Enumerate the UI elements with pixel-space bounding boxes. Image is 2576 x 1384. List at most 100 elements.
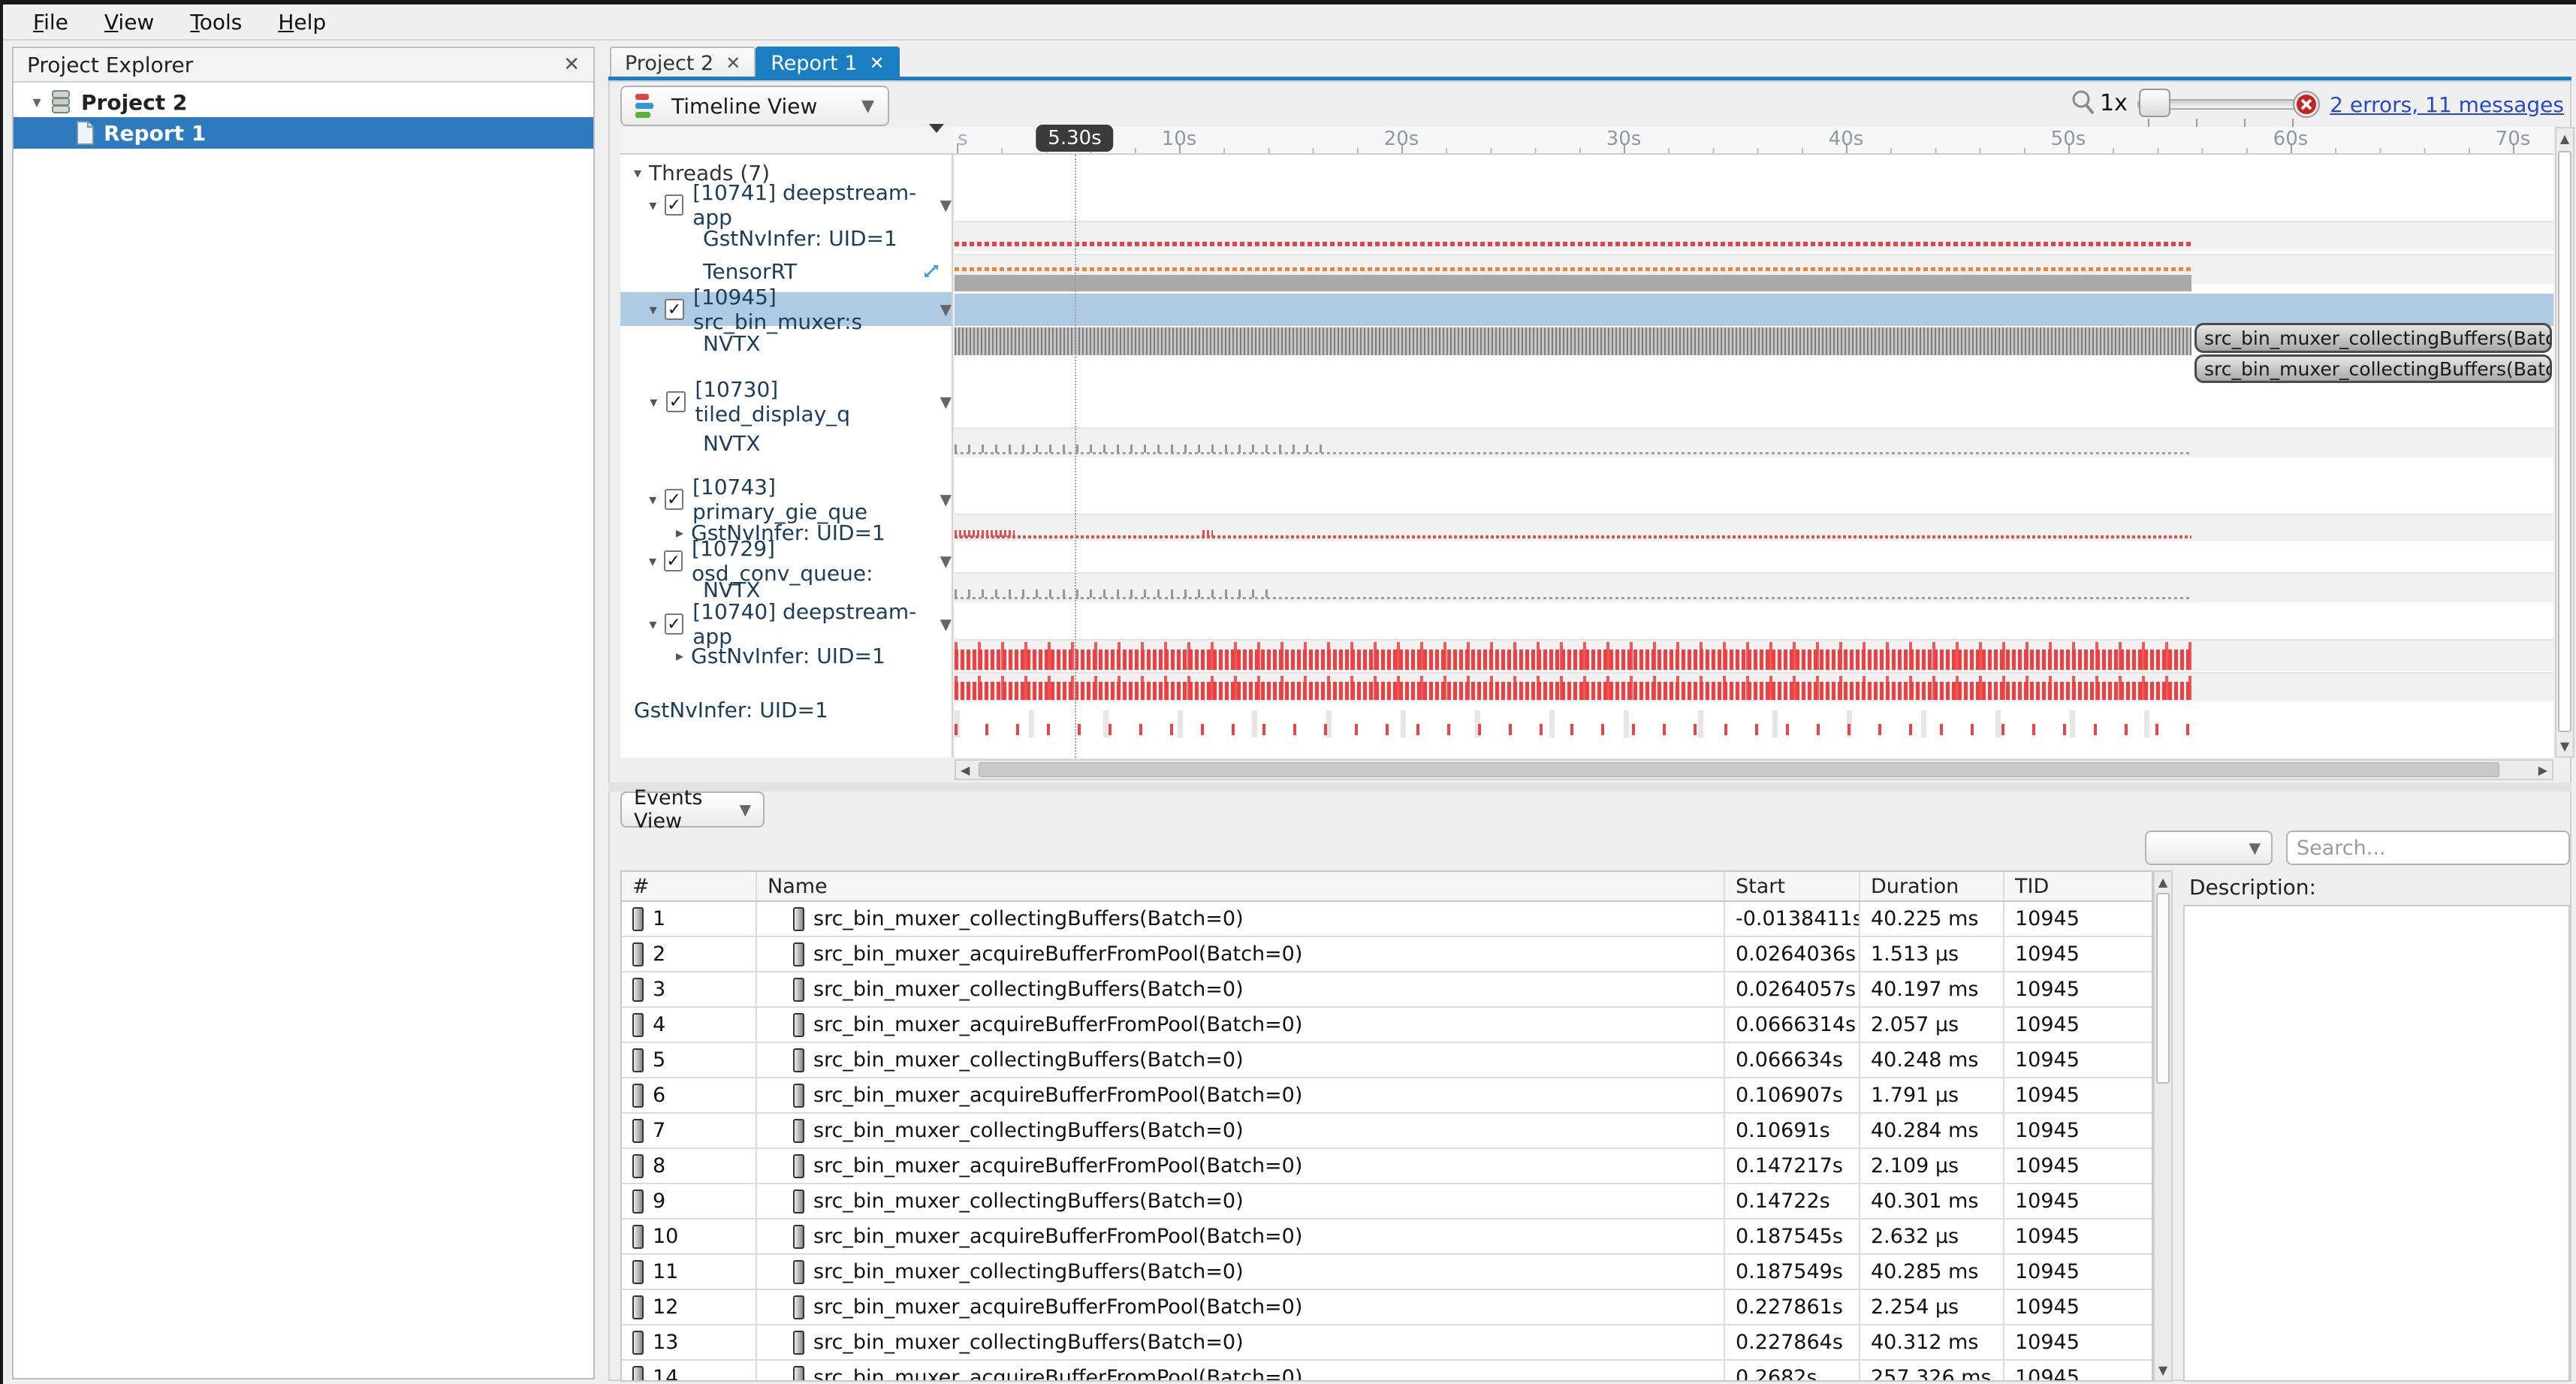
track-band-red-ticks[interactable] [955, 710, 2553, 737]
thread-row-10945[interactable]: ▾ ✓ [10945] src_bin_muxer:s ▼ [620, 285, 952, 334]
chevron-down-icon[interactable]: ▼ [940, 300, 952, 318]
table-row[interactable]: 9 src_bin_muxer_collectingBuffers(Batch=0… [622, 1184, 2152, 1220]
cell-number: 3 [622, 972, 757, 1006]
chevron-down-icon[interactable]: ▼ [940, 552, 952, 570]
track-row-gstnvinfer[interactable]: GstNvInfer: UID=1 [620, 224, 952, 252]
chevron-down-icon[interactable]: ▼ [940, 615, 952, 633]
menu-help[interactable]: Help [260, 10, 344, 35]
scroll-down-icon[interactable]: ▼ [2556, 739, 2573, 753]
table-row[interactable]: 8 src_bin_muxer_acquireBufferFromPool(Bat… [622, 1149, 2152, 1184]
column-header-start[interactable]: Start [1725, 872, 1860, 900]
scroll-up-icon[interactable]: ▲ [2155, 875, 2171, 889]
scroll-right-icon[interactable]: ▶ [2538, 761, 2547, 779]
table-row[interactable]: 3 src_bin_muxer_collectingBuffers(Batch=0… [622, 972, 2152, 1008]
track-row-nvtx[interactable]: NVTX [620, 329, 952, 357]
track-band-red-hist-1[interactable] [955, 639, 2553, 671]
track-row-gstnvinfer[interactable]: GstNvInfer: UID=1 [620, 695, 952, 724]
nvtx-range-pill[interactable]: src_bin_muxer_collectingBuffers(Batch=0)… [2194, 323, 2552, 353]
scrollbar-thumb[interactable] [979, 762, 2499, 777]
close-icon[interactable]: ✕ [563, 53, 580, 76]
chevron-down-icon[interactable]: ▼ [940, 490, 952, 508]
chevron-down-icon[interactable]: ▼ [940, 393, 952, 411]
table-row[interactable]: 1 src_bin_muxer_collectingBuffers(Batch=0… [622, 902, 2152, 937]
errors-messages-link[interactable]: 2 errors, 11 messages [2330, 92, 2564, 117]
filter-field-dropdown[interactable]: ▼ [2145, 831, 2273, 865]
chevron-down-icon[interactable]: ▾ [24, 93, 50, 112]
thread-row-10729[interactable]: ▾ ✓ [10729] osd_conv_queue: ▼ [620, 536, 952, 586]
thread-row-10740[interactable]: ▾ ✓ [10740] deepstream-app ▼ [620, 599, 952, 649]
table-row[interactable]: 13 src_bin_muxer_collectingBuffers(Batch=… [622, 1325, 2152, 1361]
tab-report-1[interactable]: Report 1 ✕ [756, 47, 900, 78]
thread-row-10730[interactable]: ▾ ✓ [10730] tiled_display_q ▼ [620, 377, 952, 427]
chevron-right-icon[interactable]: ▸ [668, 647, 691, 665]
timeline-vertical-scrollbar[interactable]: ▲ ▼ [2555, 127, 2574, 758]
thread-checkbox[interactable]: ✓ [664, 614, 684, 635]
table-row[interactable]: 5 src_bin_muxer_collectingBuffers(Batch=0… [622, 1043, 2152, 1078]
menu-view[interactable]: View [86, 10, 172, 35]
chevron-down-icon[interactable]: ▾ [643, 393, 665, 411]
search-input[interactable] [2288, 836, 2562, 860]
horizontal-splitter[interactable] [608, 782, 2571, 792]
chevron-down-icon[interactable]: ▾ [626, 164, 649, 182]
chevron-down-icon[interactable]: ▾ [643, 300, 663, 318]
chevron-down-icon[interactable]: ▾ [643, 552, 662, 570]
close-icon[interactable]: ✕ [725, 53, 741, 74]
thread-checkbox[interactable]: ✓ [665, 299, 684, 320]
expand-diagonal-icon[interactable] [920, 260, 943, 282]
table-row[interactable]: 6 src_bin_muxer_acquireBufferFromPool(Bat… [622, 1078, 2152, 1114]
column-header-tid[interactable]: TID [2004, 872, 2149, 900]
table-row[interactable]: 2 src_bin_muxer_acquireBufferFromPool(Bat… [622, 937, 2152, 972]
column-header-name[interactable]: Name [757, 872, 1725, 900]
column-header-number[interactable]: # [622, 872, 757, 900]
chevron-down-icon[interactable]: ▾ [643, 490, 663, 508]
scrollbar-thumb[interactable] [2156, 893, 2170, 1084]
table-row[interactable]: 7 src_bin_muxer_collectingBuffers(Batch=0… [622, 1114, 2152, 1149]
scroll-up-icon[interactable]: ▲ [2556, 131, 2573, 146]
scroll-left-icon[interactable]: ◀ [961, 761, 970, 779]
column-header-duration[interactable]: Duration [1860, 872, 2004, 900]
thread-checkbox[interactable]: ✓ [664, 194, 684, 216]
track-band-nvtx-tiled[interactable] [955, 427, 2553, 457]
chevron-right-icon[interactable]: ▸ [668, 523, 691, 541]
nvtx-range-pill[interactable]: src_bin_muxer_collectingBuffers(Batch=0)… [2194, 354, 2552, 383]
timeline-ruler[interactable]: s 10s 20s 30s 40s 50s 60s 70s [953, 127, 2553, 155]
thread-row-10743[interactable]: ▾ ✓ [10743] primary_gie_que ▼ [620, 475, 952, 524]
track-band-nvtx-osd[interactable] [955, 572, 2553, 602]
track-row-tensorrt[interactable]: TensorRT [620, 257, 952, 285]
timeline-canvas[interactable]: src_bin_muxer_collectingBuffers(Batch=0)… [955, 155, 2553, 758]
track-row-gstnvinfer[interactable]: ▸ GstNvInfer: UID=1 [620, 641, 952, 670]
cell-start: -0.0138411s [1725, 902, 1860, 936]
timeline-horizontal-scrollbar[interactable]: ◀ ▶ [955, 759, 2553, 780]
table-row[interactable]: 11 src_bin_muxer_collectingBuffers(Batch=… [622, 1255, 2152, 1290]
table-row[interactable]: 4 src_bin_muxer_acquireBufferFromPool(Bat… [622, 1008, 2152, 1043]
events-view-dropdown[interactable]: Events View ▼ [620, 786, 765, 833]
view-selector-dropdown[interactable]: Timeline View ▼ [620, 86, 889, 126]
tree-item-report[interactable]: Report 1 [14, 117, 593, 149]
chevron-down-icon[interactable]: ▾ [643, 196, 663, 214]
table-row[interactable]: 14 src_bin_muxer_acquireBufferFromPool(Ba… [622, 1361, 2152, 1380]
tab-project-2[interactable]: Project 2 ✕ [610, 47, 756, 78]
scroll-down-icon[interactable]: ▼ [2155, 1363, 2171, 1377]
tree-item-project[interactable]: ▾ Project 2 [14, 87, 593, 117]
collapse-pin-icon[interactable] [929, 124, 944, 147]
track-band-tensorrt[interactable] [955, 254, 2553, 291]
track-band-red-hist-2[interactable] [955, 672, 2553, 701]
chevron-down-icon[interactable]: ▾ [643, 615, 663, 633]
zoom-slider-handle[interactable] [2139, 89, 2170, 117]
scrollbar-thumb[interactable] [2558, 151, 2571, 732]
events-table-scrollbar[interactable]: ▲ ▼ [2153, 870, 2173, 1382]
nvtx-dense-range-bar[interactable] [955, 327, 2191, 355]
close-icon[interactable]: ✕ [870, 53, 885, 74]
table-row[interactable]: 10 src_bin_muxer_acquireBufferFromPool(Ba… [622, 1220, 2152, 1255]
menu-tools[interactable]: Tools [172, 10, 260, 35]
chevron-down-icon[interactable]: ▼ [940, 196, 952, 214]
track-band-gstnvinfer-10743[interactable] [955, 514, 2553, 541]
thread-row-10741[interactable]: ▾ ✓ [10741] deepstream-app ▼ [620, 180, 952, 230]
menu-file[interactable]: File [15, 10, 86, 35]
track-band-gstnvinfer-10741[interactable] [955, 221, 2553, 251]
thread-checkbox[interactable]: ✓ [664, 550, 683, 571]
thread-checkbox[interactable]: ✓ [664, 489, 683, 510]
thread-checkbox[interactable]: ✓ [665, 391, 686, 412]
track-row-nvtx[interactable]: NVTX [620, 429, 952, 457]
table-row[interactable]: 12 src_bin_muxer_acquireBufferFromPool(Ba… [622, 1290, 2152, 1325]
